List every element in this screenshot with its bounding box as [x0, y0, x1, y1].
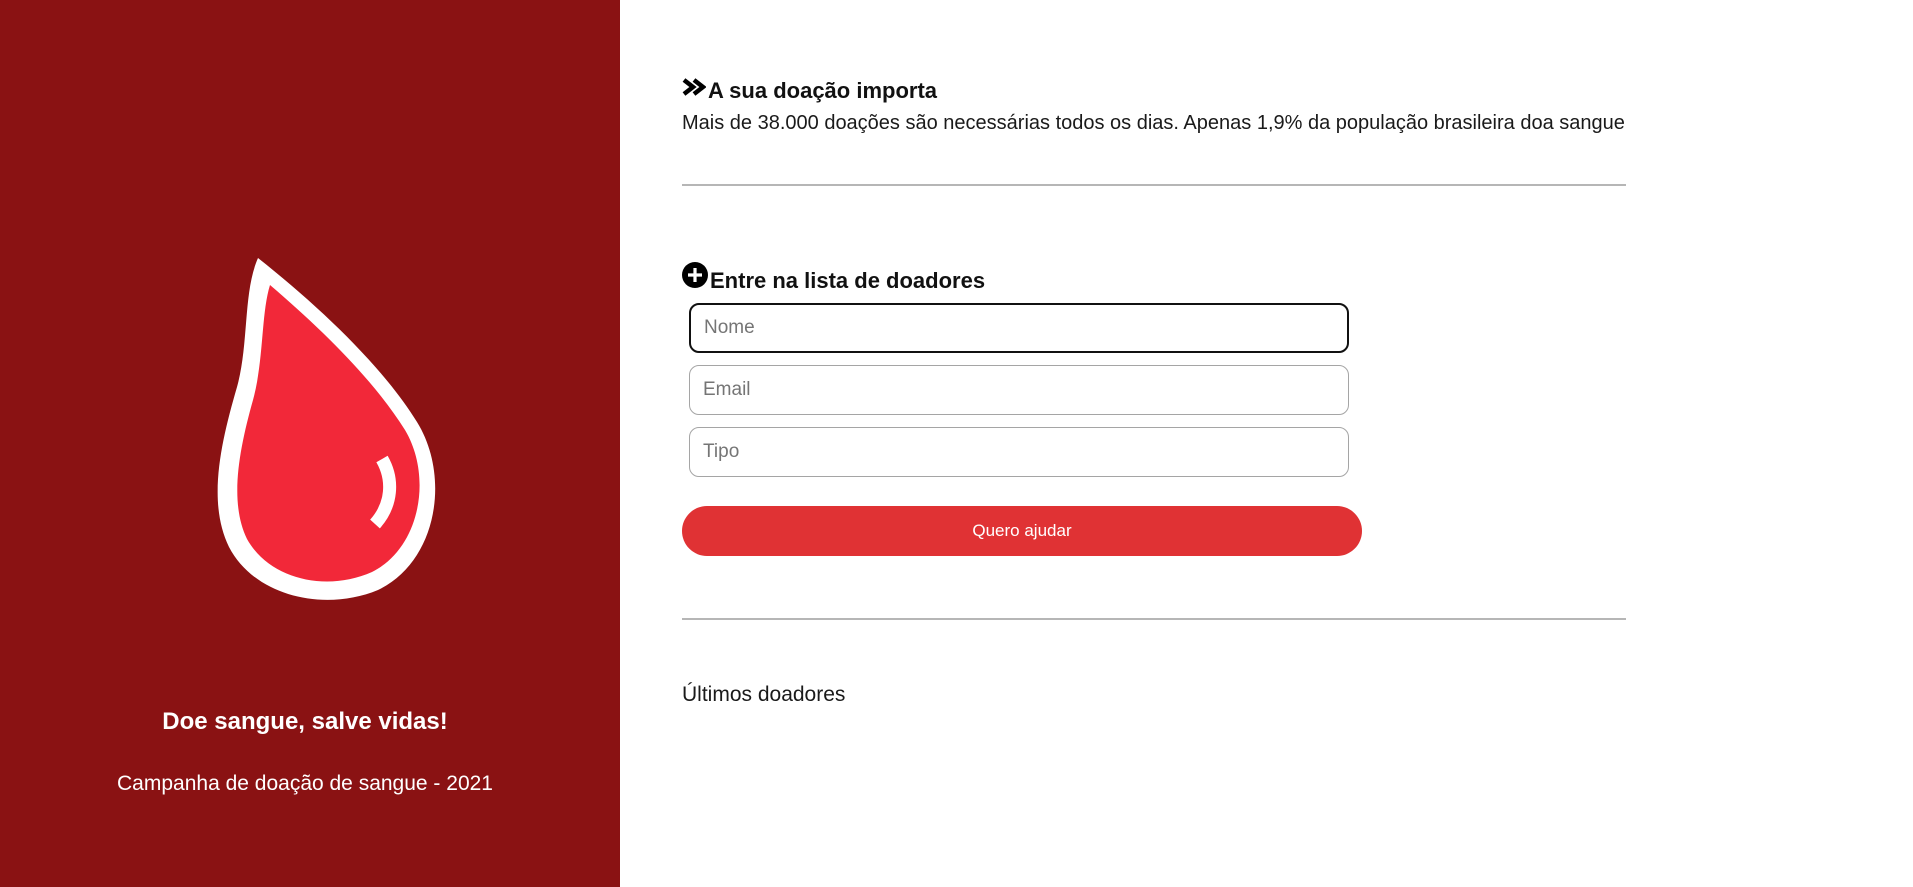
page: Doe sangue, salve vidas! Campanha de doa… [0, 0, 1913, 887]
campaign-title: Doe sangue, salve vidas! [162, 708, 448, 735]
importance-heading: A sua doação importa [682, 76, 937, 104]
plus-circle-icon [682, 262, 708, 289]
recent-donors-heading: Últimos doadores [682, 683, 846, 706]
section-divider [682, 184, 1626, 186]
signup-heading-label: Entre na lista de doadores [710, 268, 986, 294]
email-input[interactable] [689, 365, 1349, 415]
double-chevron-right-icon [682, 78, 706, 97]
blood-drop-icon [217, 258, 436, 600]
importance-text: Mais de 38.000 doações são necessárias t… [682, 112, 1625, 134]
campaign-sidebar: Doe sangue, salve vidas! Campanha de doa… [0, 0, 620, 887]
name-input[interactable] [689, 303, 1349, 353]
signup-heading: Entre na lista de doadores [682, 262, 985, 294]
campaign-subtitle: Campanha de doação de sangue - 2021 [117, 772, 493, 795]
section-divider [682, 618, 1626, 620]
help-submit-button[interactable]: Quero ajudar [682, 506, 1362, 556]
blood-type-input[interactable] [689, 427, 1349, 477]
importance-heading-label: A sua doação importa [708, 78, 938, 104]
